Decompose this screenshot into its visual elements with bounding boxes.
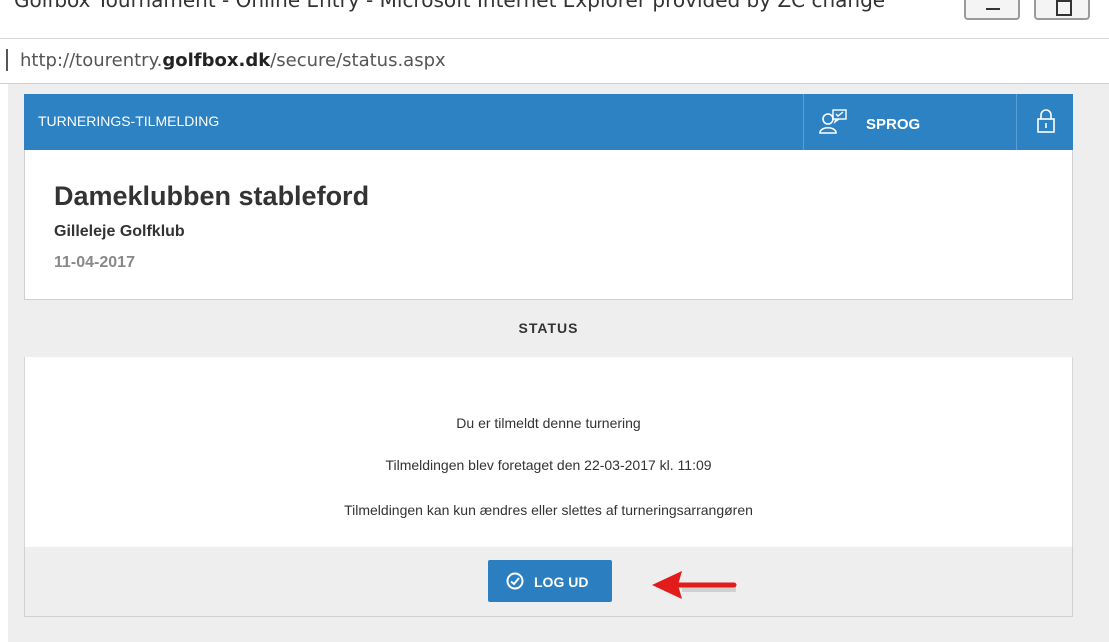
viewport-edge <box>0 84 8 642</box>
status-heading: STATUS <box>518 320 579 336</box>
tournament-date: 11-04-2017 <box>54 254 135 271</box>
url-prefix: http://tourentry. <box>20 50 163 71</box>
logout-label: LOG UD <box>534 574 589 590</box>
status-message-change-info: Tilmeldingen kan kun ændres eller slette… <box>344 502 753 518</box>
maximize-icon <box>1056 0 1072 16</box>
status-panel: Du er tilmeldt denne turnering Tilmeldin… <box>24 357 1073 547</box>
url-field[interactable]: http://tourentry.golfbox.dk/secure/statu… <box>20 50 446 71</box>
language-button[interactable]: SPROG <box>803 94 1016 150</box>
red-arrow-icon <box>652 571 737 599</box>
tournament-info: Dameklubben stableford Gilleleje Golfklu… <box>24 150 1073 300</box>
minimize-button[interactable] <box>964 0 1020 20</box>
page-header-title: TURNERINGS-TILMELDING <box>38 113 220 129</box>
status-heading-bar: STATUS <box>24 300 1073 357</box>
status-message-registered: Du er tilmeldt denne turnering <box>456 415 641 431</box>
lock-icon <box>1037 109 1055 133</box>
address-bar-edge <box>6 49 8 71</box>
language-label: SPROG <box>866 116 921 133</box>
club-name: Gilleleje Golfklub <box>54 223 185 240</box>
logout-lock-button[interactable] <box>1016 94 1073 150</box>
footer-bar: LOG UD <box>24 547 1073 617</box>
user-chat-icon <box>819 109 847 134</box>
status-message-registration-time: Tilmeldingen blev foretaget den 22-03-20… <box>385 457 712 473</box>
browser-title-bar: Golfbox Tournament - Online Entry - Micr… <box>0 0 1109 38</box>
logout-button[interactable]: LOG UD <box>488 560 612 602</box>
tournament-name: Dameklubben stableford <box>54 181 370 211</box>
url-path: /secure/status.aspx <box>270 50 446 71</box>
url-domain: golfbox.dk <box>162 50 271 71</box>
address-bar[interactable]: http://tourentry.golfbox.dk/secure/statu… <box>0 38 1109 84</box>
minimize-icon <box>986 8 1000 10</box>
check-circle-icon <box>506 572 524 590</box>
page-header: TURNERINGS-TILMELDING SPROG <box>24 94 1073 150</box>
window-title: Golfbox Tournament - Online Entry - Micr… <box>14 0 886 12</box>
maximize-button[interactable] <box>1034 0 1090 20</box>
